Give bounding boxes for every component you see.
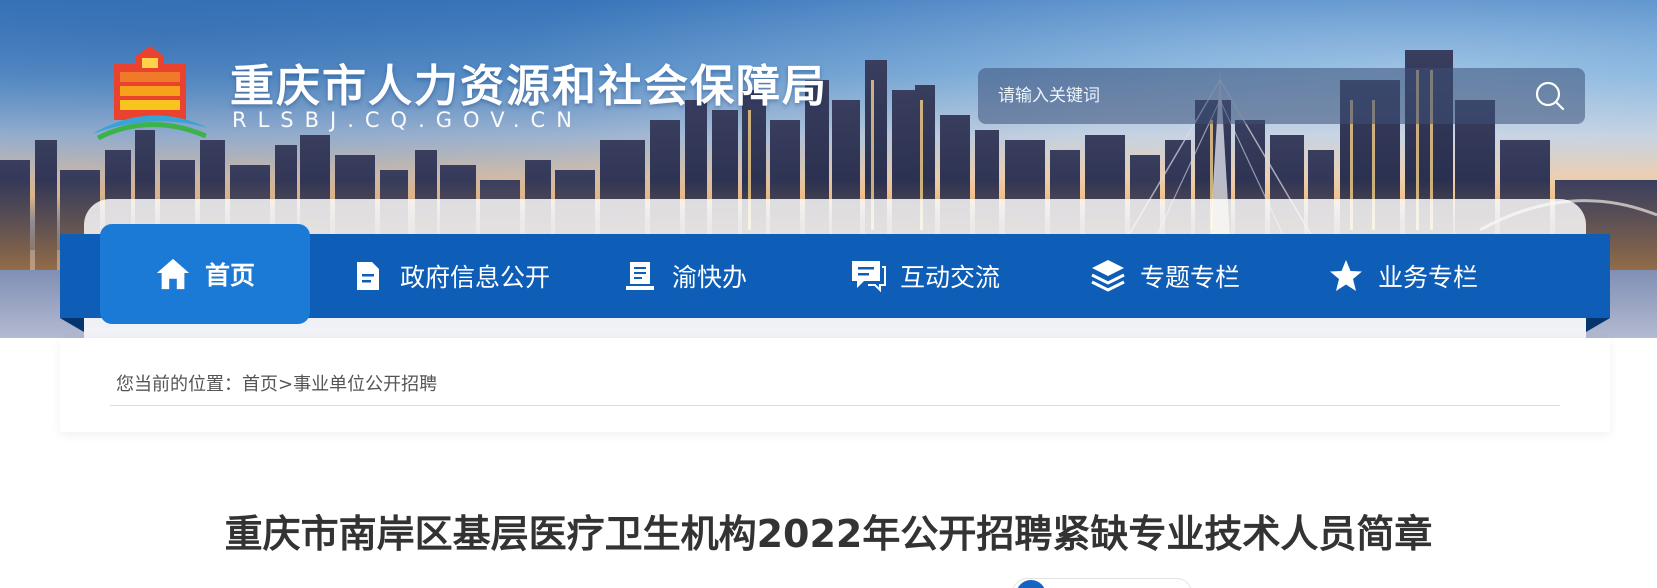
- nav-item-business[interactable]: 业务专栏: [1328, 234, 1478, 318]
- breadcrumb-separator: >: [278, 374, 294, 395]
- nav-item-label: 政府信息公开: [400, 263, 551, 292]
- nav-item-yukuaiban[interactable]: 渝快办: [622, 234, 747, 318]
- breadcrumb-card: 您当前的位置：首页>事业单位公开招聘: [60, 338, 1610, 432]
- site-title: 重庆市人力资源和社会保障局: [230, 61, 828, 112]
- site-url-text: RLSBJ.CQ.GOV.CN: [232, 108, 583, 132]
- nav-item-label: 专题专栏: [1140, 263, 1241, 292]
- nav-item-gov-info[interactable]: 政府信息公开: [350, 234, 550, 318]
- document-icon: [350, 258, 386, 294]
- nav-fold-left: [60, 318, 84, 332]
- search-input[interactable]: [978, 68, 1515, 124]
- nav-item-label: 渝快办: [672, 263, 748, 292]
- breadcrumb-link-home[interactable]: 首页: [242, 374, 278, 395]
- home-icon: [155, 256, 191, 292]
- search-box: [978, 68, 1585, 124]
- nav-item-special-topics[interactable]: 专题专栏: [1090, 234, 1240, 318]
- nav-item-interaction[interactable]: 互动交流: [850, 234, 1000, 318]
- star-icon: [1328, 258, 1364, 294]
- breadcrumb-link-recruitment[interactable]: 事业单位公开招聘: [293, 374, 437, 395]
- breadcrumb: 您当前的位置：首页>事业单位公开招聘: [116, 370, 437, 396]
- city-emblem-logo-icon: [92, 46, 208, 141]
- book-stand-icon: [622, 258, 658, 294]
- article-title: 重庆市南岸区基层医疗卫生机构2022年公开招聘紧缺专业技术人员简章: [224, 512, 1433, 556]
- main-nav: 首页 政府信息公开 渝快办 互动交流 专题专栏 业务专栏: [60, 224, 1610, 324]
- breadcrumb-divider: [110, 405, 1560, 406]
- layers-icon: [1090, 258, 1126, 294]
- nav-fold-right: [1586, 318, 1610, 332]
- chat-icon: [850, 258, 886, 294]
- nav-item-home[interactable]: 首页: [100, 224, 310, 324]
- search-button[interactable]: [1515, 68, 1585, 124]
- search-icon: [1535, 81, 1565, 111]
- nav-item-label: 互动交流: [900, 263, 1001, 292]
- nav-item-label: 首页: [204, 261, 255, 290]
- nav-item-label: 业务专栏: [1378, 263, 1479, 292]
- breadcrumb-prefix: 您当前的位置：: [116, 374, 242, 395]
